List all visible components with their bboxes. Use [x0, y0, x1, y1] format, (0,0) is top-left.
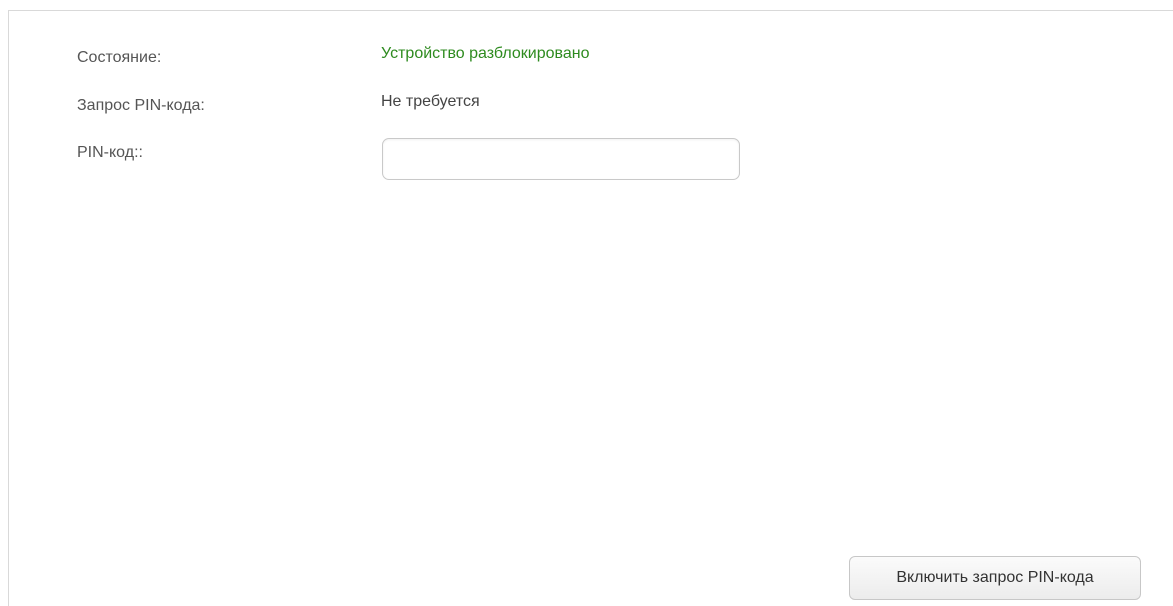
pin-code-input[interactable] — [382, 138, 740, 180]
pin-request-value: Не требуется — [381, 93, 480, 110]
pin-request-label: Запрос PIN-кода: — [77, 97, 205, 114]
status-label: Состояние: — [77, 49, 162, 66]
sim-pin-settings-panel: Состояние: Устройство разблокировано Зап… — [8, 10, 1173, 606]
status-value: Устройство разблокировано — [381, 45, 590, 62]
pin-code-label: PIN-код:: — [77, 144, 143, 161]
enable-pin-request-button[interactable]: Включить запрос PIN-кода — [849, 556, 1141, 600]
